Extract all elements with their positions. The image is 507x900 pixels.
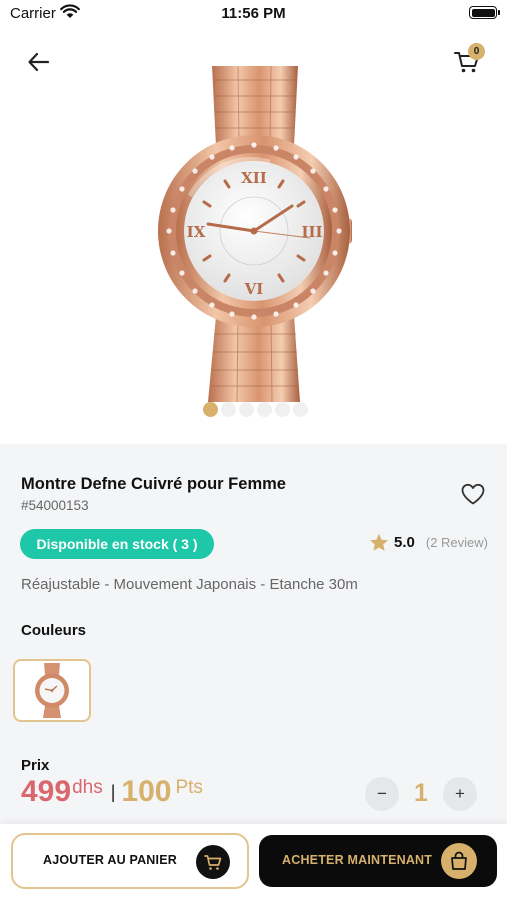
quantity-value: 1 — [414, 779, 428, 807]
buy-now-label: ACHETER MAINTENANT — [282, 853, 433, 867]
price-heading: Prix — [21, 757, 50, 774]
back-button[interactable] — [26, 50, 52, 74]
stock-status-badge: Disponible en stock ( 3 ) — [20, 529, 214, 559]
rating-summary[interactable]: 5.0 (2 Review) — [369, 533, 488, 552]
svg-text:III: III — [301, 223, 322, 241]
bottom-action-bar: AJOUTER AU PANIER ACHETER MAINTENANT — [0, 824, 507, 900]
color-option-thumbnail — [35, 663, 69, 718]
product-sku: #54000153 — [21, 498, 89, 513]
rating-value: 5.0 — [394, 534, 415, 551]
shopping-bag-icon — [451, 851, 467, 870]
add-to-cart-button[interactable]: AJOUTER AU PANIER — [11, 833, 249, 889]
carousel-dot[interactable] — [257, 402, 272, 417]
add-to-cart-label: AJOUTER AU PANIER — [43, 853, 177, 867]
product-hero: 0 XII VI IX III — [0, 26, 507, 444]
price-currency: dhs — [72, 777, 103, 798]
product-features: Réajustable - Mouvement Japonais - Etanc… — [21, 576, 358, 593]
points-amount: 100 — [121, 775, 172, 808]
buy-now-button[interactable]: ACHETER MAINTENANT — [259, 835, 497, 887]
carousel-dot[interactable] — [221, 402, 236, 417]
favorite-button[interactable] — [460, 482, 486, 506]
product-title: Montre Defne Cuivré pour Femme — [21, 475, 286, 493]
status-bar: Carrier 11:56 PM — [0, 0, 507, 26]
battery-icon — [469, 6, 500, 19]
price-amount: 499 — [21, 775, 72, 808]
price-separator: | — [110, 782, 116, 802]
svg-text:XII: XII — [241, 169, 267, 187]
svg-text:IX: IX — [187, 223, 206, 241]
cart-count-badge: 0 — [468, 43, 485, 60]
carousel-dot[interactable] — [293, 402, 308, 417]
heart-icon — [461, 483, 485, 505]
quantity-decrease-button[interactable]: − — [365, 777, 399, 811]
carousel-dot[interactable] — [275, 402, 290, 417]
carousel-dot[interactable] — [239, 402, 254, 417]
color-option[interactable] — [13, 659, 91, 722]
quantity-increase-button[interactable]: + — [443, 777, 477, 811]
image-carousel-dots — [203, 402, 308, 417]
svg-text:VI: VI — [244, 280, 264, 298]
buy-now-icon-circle — [441, 843, 477, 879]
carousel-dot[interactable] — [203, 402, 218, 417]
star-icon — [370, 533, 388, 551]
points-unit: Pts — [175, 777, 203, 798]
add-to-cart-icon-circle — [196, 845, 230, 879]
price-row: 499dhs | 100 Pts — [21, 775, 203, 809]
product-details: Montre Defne Cuivré pour Femme #54000153… — [0, 444, 507, 824]
product-image[interactable]: XII VI IX III — [150, 66, 360, 402]
colors-heading: Couleurs — [21, 622, 87, 639]
clock: 11:56 PM — [221, 5, 286, 22]
cart-icon — [204, 855, 222, 870]
review-count[interactable]: (2 Review) — [426, 535, 488, 550]
arrow-left-icon — [28, 52, 50, 72]
